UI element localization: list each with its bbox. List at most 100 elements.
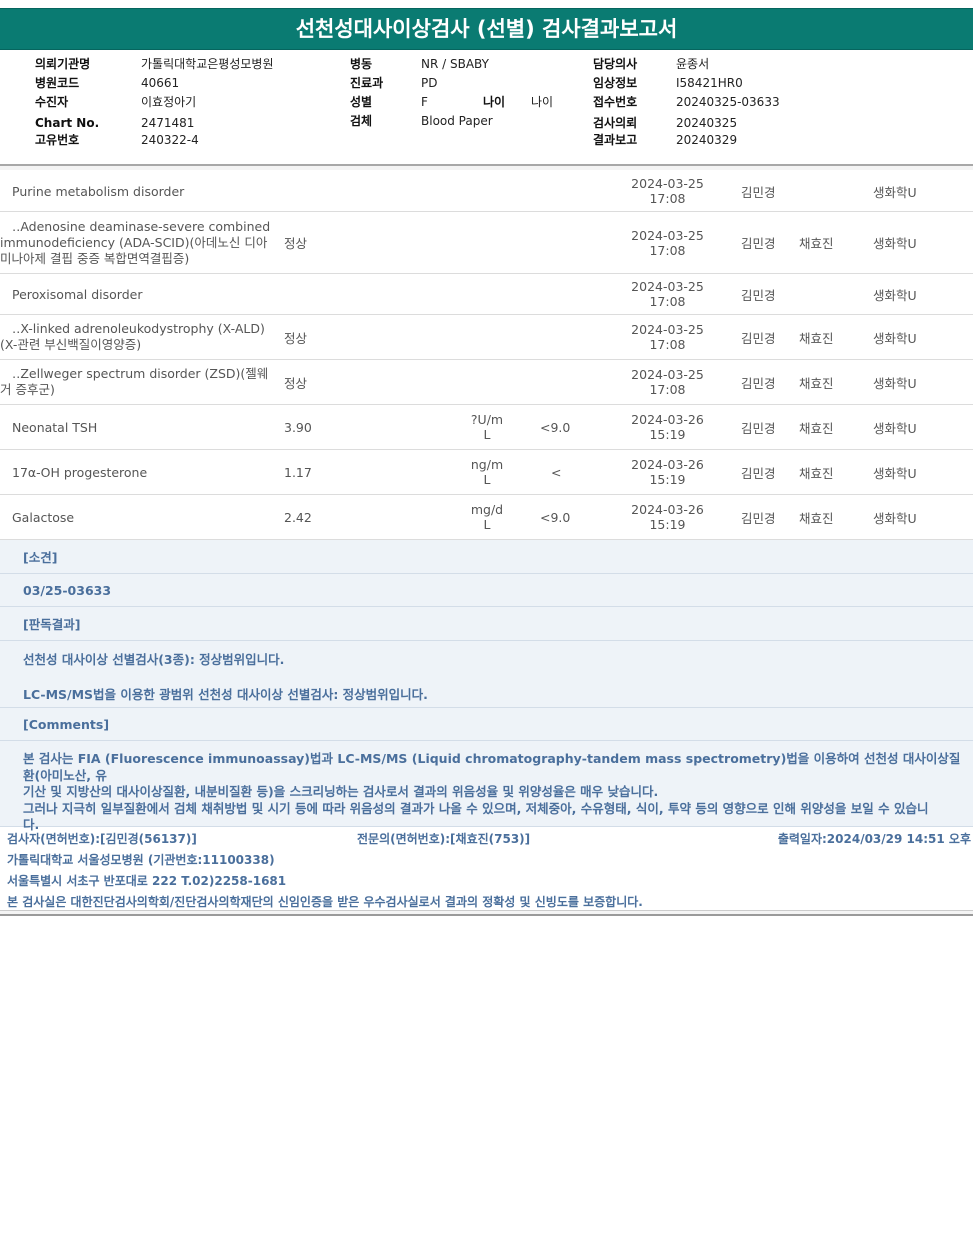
printed-date: 출력일자:2024/03/29 14:51 오후 [777, 832, 971, 846]
test-datetime: 2024-03-25 17:08 [631, 322, 704, 352]
age-label: 나이 [483, 95, 506, 109]
test-result: 3.90 [284, 419, 312, 435]
receipt-value: 20240325-03633 [676, 95, 780, 109]
test-name: Galactose [12, 509, 75, 525]
test-dept: 생화학U [873, 184, 917, 200]
doctor-label: 담당의사 [593, 57, 638, 71]
test-doctor: 채효진 [799, 465, 834, 481]
test-result [284, 171, 404, 211]
age-value: 나이 [531, 95, 554, 109]
test-dept: 생화학U [873, 287, 917, 303]
hospital-code-value: 40661 [141, 76, 180, 90]
test-tester: 김민경 [741, 375, 776, 391]
test-dept: 생화학U [873, 236, 917, 251]
unique-no-value: 240322-4 [141, 133, 199, 147]
institution-label: 의뢰기관명 [35, 57, 91, 71]
report-title: 선천성대사이상검사 (선별) 검사결과보고서 [0, 8, 973, 50]
test-unit: ng/m L [470, 457, 504, 487]
test-datetime: 2024-03-25 17:08 [631, 227, 704, 258]
notes-section: [소견] 03/25-03633 [판독결과] 선천성 대사이상 선별검사(3종… [0, 540, 973, 832]
comments-line: 기산 및 지방산의 대사이상질환, 내분비질환 등)을 스크리닝하는 검사로서 … [23, 784, 659, 799]
test-datetime: 2024-03-26 15:19 [631, 502, 704, 532]
test-tester: 김민경 [741, 510, 776, 526]
test-tester: 김민경 [741, 420, 776, 436]
test-result: 정상 [284, 375, 308, 391]
test-reference [540, 274, 600, 314]
footer-hospital: 가톨릭대학교 서울성모병원 (기관번호:11100338) [0, 851, 973, 867]
reading-line: 선천성 대사이상 선별검사(3종): 정상범위입니다. [23, 652, 285, 667]
test-unit: ?U/m L [470, 412, 504, 442]
test-unit [462, 212, 512, 273]
test-doctor: 채효진 [799, 330, 834, 346]
test-result [284, 274, 404, 314]
footer-address: 서울특별시 서초구 반포대로 222 T.02)2258-1681 [0, 872, 973, 888]
clinical-label: 임상정보 [593, 76, 638, 90]
test-dept: 생화학U [873, 465, 917, 481]
comments-line: 그러나 지극히 일부질환에서 검체 채취방법 및 시기 등에 따라 위음성의 결… [23, 800, 929, 816]
test-name: 17α-OH progesterone [12, 464, 148, 480]
test-tester: 김민경 [741, 465, 776, 481]
dept-label: 진료과 [350, 76, 384, 90]
test-reference [540, 171, 600, 211]
institution-value: 가톨릭대학교은평성모병원 [141, 57, 274, 71]
test-tester: 김민경 [741, 330, 776, 346]
specialist-info: 전문의(면허번호):[채효진(753)] [357, 832, 531, 846]
report-label: 결과보고 [593, 133, 638, 147]
comments-line: 본 검사는 FIA (Fluorescence immunoassay)법과 L… [23, 751, 961, 783]
test-name: Purine metabolism disorder [12, 183, 185, 199]
test-unit [462, 360, 512, 404]
hospital-code-label: 병원코드 [35, 76, 80, 90]
test-name: Neonatal TSH [12, 419, 98, 435]
sex-label: 성별 [350, 95, 373, 109]
opinion-heading: [소견] [0, 540, 973, 574]
patient-value: 이효정아기 [141, 95, 197, 109]
test-dept: 생화학U [873, 510, 917, 526]
test-datetime: 2024-03-26 15:19 [631, 457, 704, 487]
test-datetime: 2024-03-25 17:08 [631, 367, 704, 397]
test-tester: 김민경 [741, 287, 776, 303]
test-dept: 생화학U [873, 330, 917, 346]
test-doctor: 채효진 [799, 420, 834, 436]
table-row: Galactose 2.42 mg/d L <9.0 2024-03-26 15:1… [0, 495, 973, 540]
test-doctor [799, 171, 859, 211]
tester-info: 검사자(면허번호):[김민경(56137)] [7, 832, 197, 846]
test-reference: <9.0 [540, 509, 571, 525]
request-date-value: 20240325 [676, 116, 738, 130]
unique-no-label: 고유번호 [35, 133, 80, 147]
opinion-text: 03/25-03633 [0, 574, 973, 607]
specimen-value: Blood Paper [421, 114, 493, 128]
test-reference [540, 212, 600, 273]
test-unit [462, 315, 512, 359]
table-row: ‥Zellweger spectrum disorder (ZSD)(젤웨 거 증… [0, 360, 973, 405]
test-datetime: 2024-03-25 17:08 [631, 279, 704, 309]
test-reference: <9.0 [540, 419, 571, 435]
test-tester: 김민경 [741, 236, 776, 251]
hospital-name: 가톨릭대학교 서울성모병원 (기관번호:11100338) [7, 853, 275, 867]
sex-value: F [421, 95, 428, 109]
test-unit [462, 274, 512, 314]
test-dept: 생화학U [873, 420, 917, 436]
report-date-value: 20240329 [676, 133, 738, 147]
dept-value: PD [421, 76, 438, 90]
test-doctor: 채효진 [799, 510, 834, 526]
bottom-divider [0, 910, 973, 916]
test-doctor [799, 274, 859, 314]
test-reference: < [551, 464, 562, 480]
table-row: Purine metabolism disorder 2024-03-25 17:… [0, 171, 973, 212]
test-name: ‥Zellweger spectrum disorder (ZSD)(젤웨 거 증… [0, 366, 269, 397]
table-row: Peroxisomal disorder 2024-03-25 17:08 김민경… [0, 274, 973, 315]
test-name: ‥Adenosine deaminase-severe combined immu… [0, 218, 271, 266]
specimen-label: 검체 [350, 114, 373, 128]
test-result: 1.17 [284, 464, 312, 480]
hospital-address: 서울특별시 서초구 반포대로 222 T.02)2258-1681 [7, 874, 287, 888]
test-doctor: 채효진 [799, 375, 834, 391]
reading-results: 선천성 대사이상 선별검사(3종): 정상범위입니다. LC-MS/MS법을 이… [0, 641, 973, 708]
test-tester: 김민경 [741, 184, 776, 200]
test-result: 정상 [284, 330, 308, 346]
clinical-value: I58421HR0 [676, 76, 743, 90]
comments-text: 본 검사는 FIA (Fluorescence immunoassay)법과 L… [0, 741, 973, 832]
table-row: ‥Adenosine deaminase-severe combined immu… [0, 212, 973, 274]
certification-text: 본 검사실은 대한진단검사의학회/진단검사의학재단의 신임인증을 받은 우수검사… [7, 895, 643, 909]
comments-heading: [Comments] [0, 708, 973, 741]
results-table: Purine metabolism disorder 2024-03-25 17:… [0, 171, 973, 540]
